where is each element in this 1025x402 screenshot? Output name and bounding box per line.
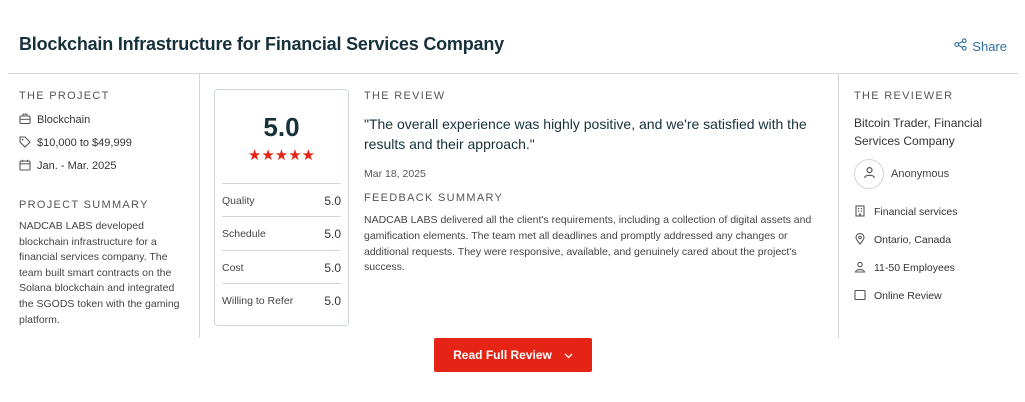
header-divider xyxy=(8,73,1018,74)
page-title: Blockchain Infrastructure for Financial … xyxy=(19,34,504,54)
people-icon xyxy=(854,261,866,276)
reviewer-review-type: Online Review xyxy=(854,289,1019,303)
rating-row-quality: Quality 5.0 xyxy=(222,183,341,217)
rating-label: Quality xyxy=(222,194,255,207)
overall-score: 5.0 xyxy=(263,112,300,142)
location-text: Ontario, Canada xyxy=(874,234,952,246)
reviewer-industry: Financial services xyxy=(854,204,1019,220)
avatar xyxy=(854,159,884,189)
rating-label: Schedule xyxy=(222,227,266,240)
reviewer-name: Anonymous xyxy=(891,168,950,180)
reviewer-identity: Anonymous xyxy=(854,159,1019,189)
briefcase-icon xyxy=(19,113,31,128)
column-divider-right xyxy=(838,74,839,338)
project-section-label: THE PROJECT xyxy=(19,90,110,102)
rating-row-cost: Cost 5.0 xyxy=(222,250,341,284)
reviewer-column: THE REVIEWER Bitcoin Trader, Financial S… xyxy=(854,90,1019,303)
rating-row-schedule: Schedule 5.0 xyxy=(222,216,341,250)
project-budget: $10,000 to $49,999 xyxy=(19,135,184,151)
calendar-icon xyxy=(19,159,31,174)
service-text: Blockchain xyxy=(37,114,91,126)
project-column: THE PROJECT Blockchain $10,000 to $49,99… xyxy=(19,90,184,328)
user-icon xyxy=(863,166,876,182)
reviewer-location: Ontario, Canada xyxy=(854,232,1019,248)
chevron-down-icon xyxy=(564,348,573,362)
dates-text: Jan. - Mar. 2025 xyxy=(37,160,117,172)
location-pin-icon xyxy=(854,232,866,248)
share-icon xyxy=(954,38,967,54)
review-date: Mar 18, 2025 xyxy=(364,168,426,180)
review-section-label: THE REVIEW xyxy=(364,90,446,102)
project-dates: Jan. - Mar. 2025 xyxy=(19,159,184,174)
industry-text: Financial services xyxy=(874,206,958,218)
rating-value: 5.0 xyxy=(324,260,341,275)
building-icon xyxy=(854,204,866,220)
share-label: Share xyxy=(972,38,1007,54)
project-service: Blockchain xyxy=(19,113,184,128)
feedback-summary: NADCAB LABS delivered all the client's r… xyxy=(364,214,812,274)
review-header: Blockchain Infrastructure for Financial … xyxy=(0,0,1025,74)
feedback-summary-label: FEEDBACK SUMMARY xyxy=(364,192,504,204)
rating-row-willing-to-refer: Willing to Refer 5.0 xyxy=(222,283,341,317)
project-summary-label: PROJECT SUMMARY xyxy=(19,199,149,211)
project-summary: NADCAB LABS developed blockchain infrast… xyxy=(19,220,180,326)
budget-text: $10,000 to $49,999 xyxy=(37,137,132,149)
share-button[interactable]: Share xyxy=(954,38,1007,54)
rating-value: 5.0 xyxy=(324,293,341,308)
checkbox-icon xyxy=(854,289,866,304)
reviewer-company-size: 11-50 Employees xyxy=(854,261,1019,275)
star-rating: ★★★★★ xyxy=(247,147,316,164)
review-type-text: Online Review xyxy=(874,290,942,302)
column-divider-left xyxy=(199,74,200,338)
button-label: Read Full Review xyxy=(453,348,552,362)
rating-value: 5.0 xyxy=(324,193,341,208)
review-quote: "The overall experience was highly posit… xyxy=(364,116,807,152)
company-size-text: 11-50 Employees xyxy=(874,262,955,274)
read-full-review-button[interactable]: Read Full Review xyxy=(434,338,592,372)
rating-label: Cost xyxy=(222,261,244,274)
rating-value: 5.0 xyxy=(324,226,341,241)
tag-icon xyxy=(19,135,31,151)
reviewer-title: Bitcoin Trader, Financial Services Compa… xyxy=(854,116,983,148)
rating-label: Willing to Refer xyxy=(222,294,294,307)
review-column: THE REVIEW "The overall experience was h… xyxy=(364,90,819,276)
reviewer-section-label: THE REVIEWER xyxy=(854,90,954,102)
rating-card: 5.0 ★★★★★ Quality 5.0 Schedule 5.0 Cost … xyxy=(214,89,349,326)
